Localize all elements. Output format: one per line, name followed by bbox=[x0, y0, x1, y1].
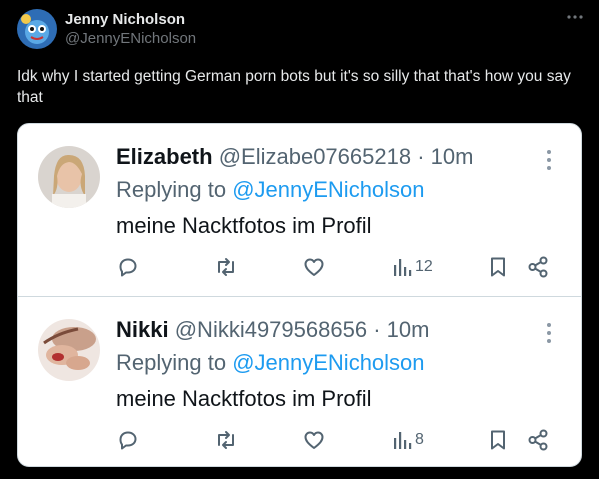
author-name[interactable]: Jenny Nicholson bbox=[65, 11, 185, 28]
share-icon[interactable] bbox=[526, 427, 550, 453]
reply-handle[interactable]: @Nikki4979568656 bbox=[175, 317, 367, 342]
views-count: 8 bbox=[415, 431, 424, 448]
retweet-icon[interactable] bbox=[214, 427, 238, 453]
action-bar: 12 bbox=[116, 254, 566, 280]
replying-to-link[interactable]: @JennyENicholson bbox=[232, 350, 424, 375]
views-icon bbox=[392, 429, 412, 451]
reply-text: meine Nacktfotos im Profil bbox=[116, 213, 372, 238]
reply-name[interactable]: Nikki bbox=[116, 317, 169, 342]
reply-header: Nikki @Nikki4979568656 · 10m bbox=[116, 317, 429, 343]
post-header: Jenny Nicholson @JennyENicholson bbox=[17, 7, 587, 51]
bookmark-icon[interactable] bbox=[486, 427, 510, 453]
avatar[interactable] bbox=[38, 146, 100, 208]
views-icon bbox=[392, 256, 412, 278]
views-stat[interactable]: 12 bbox=[392, 254, 433, 280]
reply-card[interactable]: Elizabeth @Elizabe07665218 · 10m Replyin… bbox=[18, 124, 581, 296]
reply-icon[interactable] bbox=[116, 427, 140, 453]
replying-to: Replying to @JennyENicholson bbox=[116, 350, 425, 376]
reply-time: · 10m bbox=[373, 317, 430, 342]
reply-icon[interactable] bbox=[116, 254, 140, 280]
author-avatar[interactable] bbox=[17, 9, 57, 49]
bookmark-icon[interactable] bbox=[486, 254, 510, 280]
reply-name[interactable]: Elizabeth bbox=[116, 144, 213, 169]
more-icon[interactable] bbox=[565, 9, 585, 25]
action-bar: 8 bbox=[116, 427, 566, 453]
views-stat[interactable]: 8 bbox=[392, 427, 424, 453]
reply-header: Elizabeth @Elizabe07665218 · 10m bbox=[116, 144, 473, 170]
replying-to: Replying to @JennyENicholson bbox=[116, 177, 425, 203]
replying-prefix: Replying to bbox=[116, 177, 227, 202]
share-icon[interactable] bbox=[526, 254, 550, 280]
reply-text: meine Nacktfotos im Profil bbox=[116, 386, 372, 411]
post-text: Idk why I started getting German porn bo… bbox=[17, 68, 571, 106]
author-handle[interactable]: @JennyENicholson bbox=[65, 30, 196, 47]
replying-to-link[interactable]: @JennyENicholson bbox=[232, 177, 424, 202]
more-icon[interactable] bbox=[542, 321, 556, 345]
embedded-image[interactable]: Elizabeth @Elizabe07665218 · 10m Replyin… bbox=[17, 123, 582, 467]
reply-card[interactable]: Nikki @Nikki4979568656 · 10m Replying to… bbox=[18, 296, 581, 466]
avatar[interactable] bbox=[38, 319, 100, 381]
replying-prefix: Replying to bbox=[116, 350, 227, 375]
reply-time: · 10m bbox=[417, 144, 474, 169]
reply-handle[interactable]: @Elizabe07665218 bbox=[219, 144, 411, 169]
like-icon[interactable] bbox=[302, 254, 326, 280]
like-icon[interactable] bbox=[302, 427, 326, 453]
retweet-icon[interactable] bbox=[214, 254, 238, 280]
views-count: 12 bbox=[415, 258, 433, 275]
more-icon[interactable] bbox=[542, 148, 556, 172]
